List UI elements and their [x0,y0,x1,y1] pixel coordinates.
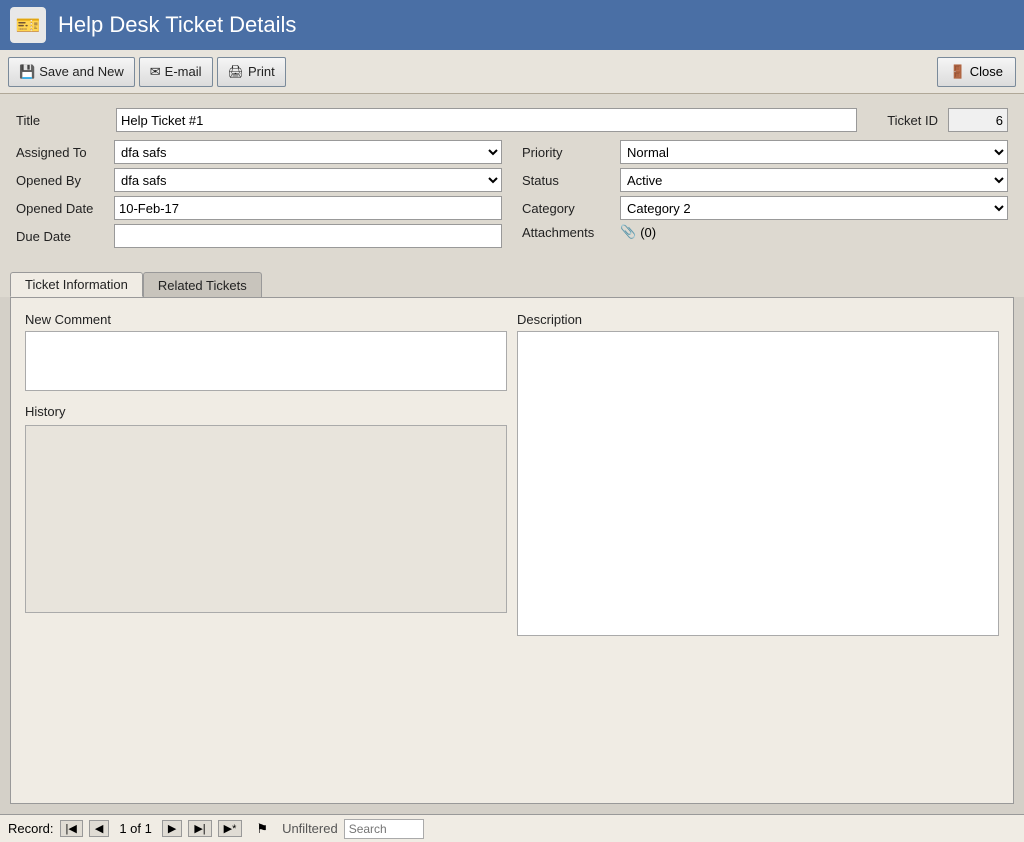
ticket-id-input[interactable] [948,108,1008,132]
nav-next-button[interactable]: ▶ [162,820,182,837]
save-and-new-label: Save and New [39,64,124,79]
attachments-count: (0) [640,225,656,240]
attachments-value: 📎 (0) [620,224,656,240]
description-textarea[interactable] [517,331,999,636]
ticket-id-label: Ticket ID [887,113,938,128]
due-date-label: Due Date [16,229,106,244]
nav-prev-button[interactable]: ◀ [89,820,109,837]
save-and-new-button[interactable]: 💾 Save and New [8,57,135,87]
category-row: Category Category 1 Category 2 Category … [522,196,1008,220]
title-label: Title [16,113,106,128]
statusbar: Record: |◀ ◀ 1 of 1 ▶ ▶| ▶* ⚑ Unfiltered [0,814,1024,842]
attachments-row: Attachments 📎 (0) [522,224,1008,240]
email-label: E-mail [165,64,202,79]
title-input[interactable] [116,108,857,132]
opened-by-label: Opened By [16,173,106,188]
status-label: Status [522,173,612,188]
save-icon: 💾 [19,64,35,80]
attachments-label: Attachments [522,225,612,240]
opened-by-row: Opened By dfa safs [16,168,502,192]
priority-select[interactable]: Normal Low High Critical [620,140,1008,164]
filter-label: Unfiltered [282,821,338,836]
title-row: Title Ticket ID [16,108,1008,132]
email-button[interactable]: ✉ E-mail [139,57,213,87]
assigned-to-select[interactable]: dfa safs [114,140,502,164]
print-label: Print [248,64,275,79]
new-comment-textarea[interactable] [25,331,507,391]
assigned-to-row: Assigned To dfa safs [16,140,502,164]
tab-content: New Comment History Description [10,297,1014,804]
nav-last-button[interactable]: ▶| [188,820,211,837]
print-button[interactable]: 🖨 Print [217,57,286,87]
email-icon: ✉ [150,64,161,80]
print-icon: 🖨 [228,64,245,80]
filter-icon: ⚑ [256,821,268,837]
search-input[interactable] [344,819,424,839]
tabs-header: Ticket Information Related Tickets [10,272,1014,297]
opened-date-row: Opened Date [16,196,502,220]
nav-first-button[interactable]: |◀ [60,820,83,837]
app-title: Help Desk Ticket Details [58,12,296,38]
close-button[interactable]: 🚪 Close [937,57,1016,87]
form-area: Title Ticket ID Assigned To dfa safs Ope… [0,94,1024,266]
fields-grid: Assigned To dfa safs Opened By dfa safs … [16,140,1008,252]
history-label: History [25,404,507,419]
close-icon: 🚪 [950,64,966,80]
left-panel: New Comment History [25,312,507,639]
app-icon: 🎫 [10,7,46,43]
nav-new-button[interactable]: ▶* [218,820,243,837]
record-label: Record: [8,821,54,836]
opened-by-select[interactable]: dfa safs [114,168,502,192]
history-box [25,425,507,613]
priority-row: Priority Normal Low High Critical [522,140,1008,164]
status-select[interactable]: Active Closed Pending [620,168,1008,192]
close-label: Close [970,64,1003,79]
tab-inner: New Comment History Description [25,312,999,639]
category-label: Category [522,201,612,216]
priority-label: Priority [522,145,612,160]
paperclip-icon: 📎 [620,224,636,240]
tabs-container: Ticket Information Related Tickets [0,266,1024,297]
new-comment-label: New Comment [25,312,507,327]
due-date-row: Due Date [16,224,502,248]
app-header: 🎫 Help Desk Ticket Details [0,0,1024,50]
description-label: Description [517,312,999,327]
opened-date-label: Opened Date [16,201,106,216]
tab-related-tickets[interactable]: Related Tickets [143,272,262,297]
record-position: 1 of 1 [119,821,152,836]
opened-date-input[interactable] [114,196,502,220]
toolbar: 💾 Save and New ✉ E-mail 🖨 Print 🚪 Close [0,50,1024,94]
tab-ticket-information[interactable]: Ticket Information [10,272,143,297]
status-row: Status Active Closed Pending [522,168,1008,192]
assigned-to-label: Assigned To [16,145,106,160]
right-panel: Description [517,312,999,639]
due-date-input[interactable] [114,224,502,248]
category-select[interactable]: Category 1 Category 2 Category 3 [620,196,1008,220]
